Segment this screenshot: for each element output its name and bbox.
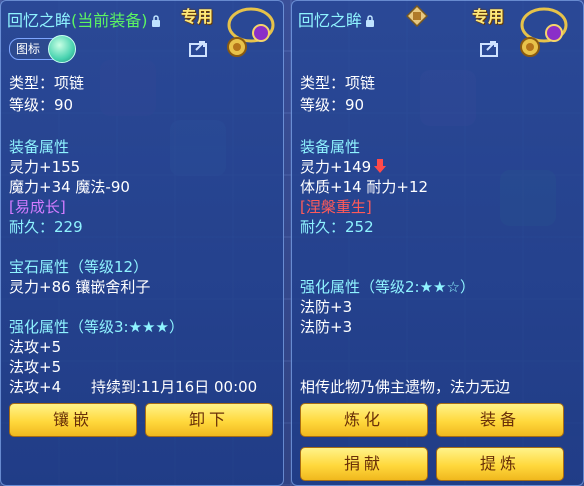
durability-line: 耐久：229 bbox=[9, 218, 83, 236]
necklace-icon[interactable] bbox=[508, 3, 574, 59]
durability-line: 耐久：252 bbox=[300, 218, 374, 236]
equip-attr-header: 装备属性 bbox=[300, 138, 361, 156]
enhance-attr-header: 强化属性（等级2:★★☆） bbox=[300, 278, 475, 296]
enhance-attr-2: 法攻+5 bbox=[9, 358, 62, 376]
equip-attr-2: 体质+14 耐力+12 bbox=[300, 178, 429, 196]
share-icon[interactable] bbox=[480, 39, 502, 57]
enhance-attr-2: 法防+3 bbox=[300, 318, 353, 336]
level-line: 等级：90 bbox=[9, 96, 74, 114]
gem-attr-line: 灵力+86 镶嵌舍利子 bbox=[9, 278, 151, 296]
gem-attr-header: 宝石属性（等级12） bbox=[9, 258, 149, 276]
equip-button[interactable]: 装备 bbox=[436, 403, 564, 437]
item-name: 回忆之眸 bbox=[7, 11, 72, 30]
equip-attr-header: 装备属性 bbox=[9, 138, 70, 156]
equip-attr-1-text: 灵力+149 bbox=[300, 158, 372, 176]
rebirth-tag: [涅槃重生] bbox=[300, 198, 372, 216]
compare-item-panel: 回忆之眸 专用 类型：项链 等级：90 装备属性 灵力+149 体质+14 耐力… bbox=[291, 0, 584, 486]
equip-attr-1: 灵力+149 bbox=[300, 157, 387, 177]
enhance-attr-1: 法防+3 bbox=[300, 298, 353, 316]
toggle-knob-icon bbox=[48, 35, 76, 63]
growth-tag: [易成长] bbox=[9, 198, 66, 216]
current-equip-tag: (当前装备) bbox=[71, 11, 148, 30]
item-title: 回忆之眸 bbox=[298, 7, 378, 31]
unequip-button[interactable]: 卸下 bbox=[145, 403, 273, 437]
special-label: 专用 bbox=[181, 7, 214, 26]
item-name: 回忆之眸 bbox=[298, 11, 363, 30]
icon-toggle-button[interactable]: 图标 bbox=[9, 35, 76, 63]
lock-icon bbox=[366, 15, 375, 27]
down-arrow-icon bbox=[374, 159, 387, 173]
seal-icon bbox=[406, 5, 428, 27]
equip-attr-2: 魔力+34 魔法-90 bbox=[9, 178, 130, 196]
refine-button[interactable]: 炼化 bbox=[300, 403, 428, 437]
special-label: 专用 bbox=[472, 7, 505, 26]
enhance-attr-header: 强化属性（等级3:★★★） bbox=[9, 318, 184, 336]
equip-attr-1: 灵力+155 bbox=[9, 158, 81, 176]
necklace-icon[interactable] bbox=[215, 3, 281, 59]
type-line: 类型：项链 bbox=[300, 74, 376, 92]
lock-icon bbox=[151, 15, 160, 27]
enhance-attr-3: 法攻+4 bbox=[9, 378, 62, 396]
enhance-attr-1: 法攻+5 bbox=[9, 338, 62, 356]
item-title: 回忆之眸(当前装备) bbox=[7, 7, 164, 31]
inlay-button[interactable]: 镶嵌 bbox=[9, 403, 137, 437]
current-equipment-panel: 回忆之眸(当前装备) 专用 图标 类型：项链 等级：90 装备属性 灵力+155… bbox=[0, 0, 284, 486]
legend-text: 相传此物乃佛主遗物，法力无边 bbox=[300, 378, 511, 396]
extract-button[interactable]: 提炼 bbox=[436, 447, 564, 481]
donate-button[interactable]: 捐献 bbox=[300, 447, 428, 481]
duration-line: 持续到:11月16日 00:00 bbox=[91, 378, 258, 396]
level-line: 等级：90 bbox=[300, 96, 365, 114]
icon-toggle-label: 图标 bbox=[16, 42, 41, 56]
type-line: 类型：项链 bbox=[9, 74, 85, 92]
share-icon[interactable] bbox=[189, 39, 211, 57]
